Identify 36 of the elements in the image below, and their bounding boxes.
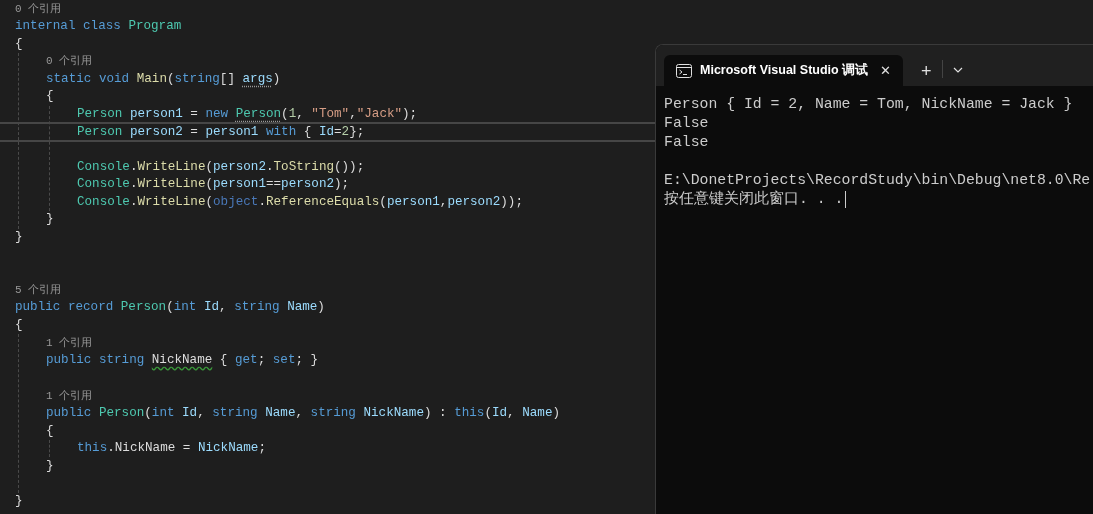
code-line: Person person1 = new Person(1, "Tom","Jack"); [77,105,418,123]
code-line: public record Person(int Id, string Name) [15,299,325,317]
code-line: } [15,493,23,510]
code-line: this.NickName = NickName; [77,440,266,458]
output-line: E:\DonetProjects\RecordStudy\bin\Debug\net8.0\Re [664,171,1091,190]
code-line: Console.WriteLine(object.ReferenceEquals(person1,person2)); [77,193,523,211]
code-line: public Person(int Id, string Name, string NickName) : this(Id, Name) [46,405,561,422]
code-line: } [46,211,54,229]
code-line: Person person2 = person1 with { Id=2}; [77,123,365,141]
code-line: { [15,35,23,53]
code-line: Console.WriteLine(person1==person2); [77,176,350,194]
reference-count[interactable]: 5 个引用 [15,282,62,299]
output-line: 按任意键关闭此窗口. . . [664,189,844,210]
reference-count[interactable]: 0 个引用 [15,0,62,18]
code-line: } [46,457,54,475]
reference-count[interactable]: 1 个引用 [46,334,93,352]
text-cursor [845,191,847,208]
code-line: static void Main(string[] args) [46,70,281,88]
output-line: Person { Id = 2, Name = Tom, NickName = Jack } [664,95,1073,115]
terminal-tab[interactable]: Microsoft Visual Studio 调试 ✕ [664,55,903,86]
new-tab-button[interactable]: + [917,62,936,80]
tab-title: Microsoft Visual Studio 调试 [700,62,869,80]
output-line: False [664,133,709,153]
code-line: Console.WriteLine(person2.ToString()); [77,158,365,176]
reference-count[interactable]: 0 个引用 [46,53,93,70]
code-line: public string NickName { get; set; } [46,352,319,370]
code-line: { [15,317,23,335]
reference-count[interactable]: 1 个引用 [46,387,93,405]
chevron-down-icon[interactable] [952,67,963,73]
code-line: { [46,88,54,106]
code-line: internal class Program [15,17,182,35]
code-line: } [15,229,23,247]
console-icon [676,63,692,78]
code-line: { [46,422,54,440]
output-line: False [664,114,709,134]
close-button[interactable]: ✕ [880,60,891,81]
